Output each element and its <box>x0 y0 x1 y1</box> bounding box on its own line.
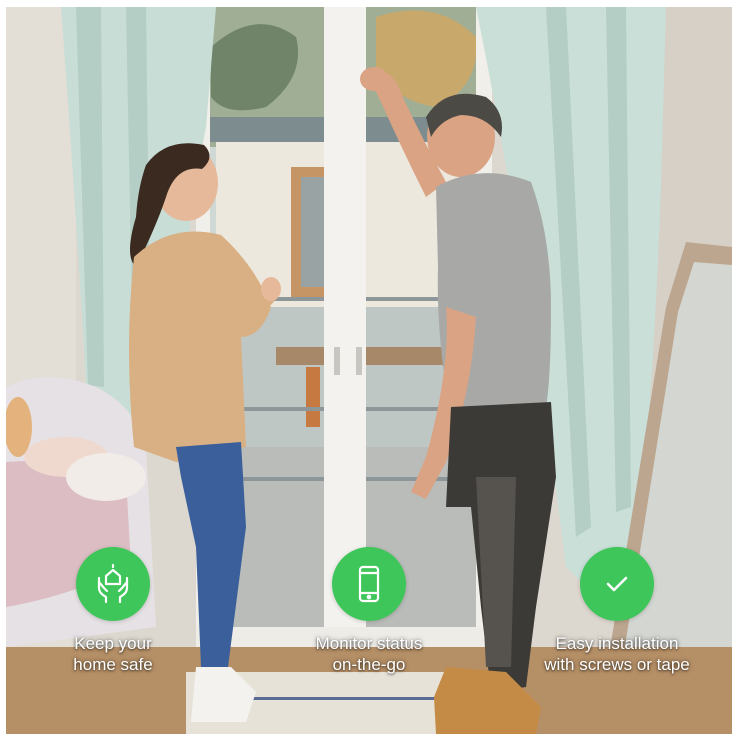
hands-house-icon <box>97 563 129 604</box>
feature-label: Monitor status on-the-go <box>315 634 423 674</box>
feature-label: Keep your home safe <box>73 634 153 674</box>
product-image: Keep your home safe Monitor status on-th… <box>6 7 732 734</box>
checkmark-icon <box>606 576 628 592</box>
feature-badge <box>76 547 150 621</box>
feature-item: Monitor status on-the-go <box>254 547 484 675</box>
feature-item: Keep your home safe <box>6 547 228 675</box>
feature-label: Easy installation with screws or tape <box>544 634 690 674</box>
smartphone-icon <box>358 565 380 603</box>
feature-item: Easy installation with screws or tape <box>502 547 732 675</box>
feature-badge <box>580 547 654 621</box>
feature-badge <box>332 547 406 621</box>
feature-list: Keep your home safe Monitor status on-th… <box>6 547 732 707</box>
